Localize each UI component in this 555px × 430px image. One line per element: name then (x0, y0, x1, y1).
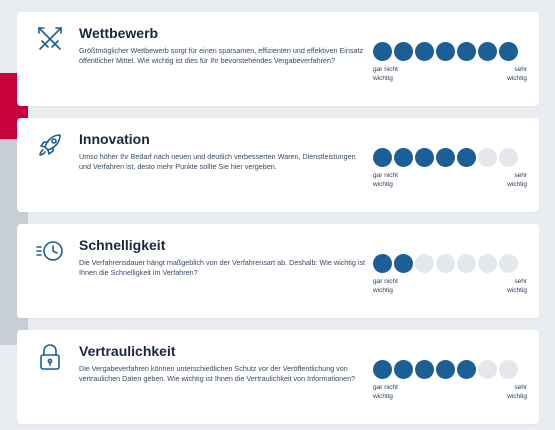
rating-scale: gar nicht wichtig sehr wichtig (373, 360, 527, 401)
rating-dot-7[interactable] (499, 254, 518, 273)
rating-scale: gar nicht wichtig sehr wichtig (373, 42, 527, 83)
rating-dot-3[interactable] (415, 42, 434, 61)
rating-dot-6[interactable] (478, 254, 497, 273)
rating-dot-5[interactable] (457, 254, 476, 273)
rating-dots (373, 42, 527, 61)
rating-dot-7[interactable] (499, 360, 518, 379)
rating-dot-6[interactable] (478, 360, 497, 379)
rating-dot-1[interactable] (373, 360, 392, 379)
criterion-card-schnelligkeit: Schnelligkeit Die Verfahrensdauer hängt … (17, 224, 539, 318)
rating-dots (373, 254, 527, 273)
scale-label-low: gar nicht wichtig (373, 384, 398, 400)
rating-dots (373, 360, 527, 379)
criterion-title: Vertraulichkeit (79, 343, 176, 359)
criterion-card-vertraulichkeit: Vertraulichkeit Die Vergabeverfahren kön… (17, 330, 539, 424)
rating-dot-4[interactable] (436, 42, 455, 61)
criterion-card-innovation: Innovation Umso höher Ihr Bedarf nach ne… (17, 118, 539, 212)
rating-dot-3[interactable] (415, 148, 434, 167)
criterion-description: Größtmöglicher Wettbewerb sorgt für eine… (79, 46, 364, 66)
scale-label-low: gar nicht wichtig (373, 66, 398, 82)
rating-dot-6[interactable] (478, 148, 497, 167)
rating-dot-4[interactable] (436, 148, 455, 167)
criterion-description: Umso höher Ihr Bedarf nach neuen und deu… (79, 152, 356, 172)
rating-dot-3[interactable] (415, 254, 434, 273)
criterion-card-wettbewerb: Wettbewerb Größtmöglicher Wettbewerb sor… (17, 12, 539, 106)
criterion-title: Schnelligkeit (79, 237, 166, 253)
rating-dot-6[interactable] (478, 42, 497, 61)
rating-dot-5[interactable] (457, 42, 476, 61)
criterion-title: Wettbewerb (79, 25, 159, 41)
rating-dot-2[interactable] (394, 360, 413, 379)
rating-dot-5[interactable] (457, 360, 476, 379)
scale-labels: gar nicht wichtig sehr wichtig (373, 172, 527, 189)
scale-label-high: sehr wichtig (507, 278, 527, 294)
rating-dots (373, 148, 527, 167)
criteria-list: Wettbewerb Größtmöglicher Wettbewerb sor… (17, 12, 539, 424)
criterion-title: Innovation (79, 131, 150, 147)
rating-dot-5[interactable] (457, 148, 476, 167)
rating-dot-2[interactable] (394, 148, 413, 167)
rating-dot-2[interactable] (394, 42, 413, 61)
rating-scale: gar nicht wichtig sehr wichtig (373, 254, 527, 295)
crossed-swords-icon (35, 24, 65, 54)
scale-labels: gar nicht wichtig sehr wichtig (373, 384, 527, 401)
rating-dot-7[interactable] (499, 148, 518, 167)
rating-dot-4[interactable] (436, 254, 455, 273)
rating-dot-7[interactable] (499, 42, 518, 61)
scale-labels: gar nicht wichtig sehr wichtig (373, 66, 527, 83)
scale-label-high: sehr wichtig (507, 66, 527, 82)
scale-label-low: gar nicht wichtig (373, 278, 398, 294)
criterion-description: Die Verfahrensdauer hängt maßgeblich von… (79, 258, 366, 278)
rating-dot-1[interactable] (373, 42, 392, 61)
fast-clock-icon (35, 236, 65, 266)
criterion-description: Die Vergabeverfahren können unterschiedl… (79, 364, 356, 384)
scale-label-high: sehr wichtig (507, 172, 527, 188)
rating-dot-3[interactable] (415, 360, 434, 379)
rating-scale: gar nicht wichtig sehr wichtig (373, 148, 527, 189)
rating-dot-1[interactable] (373, 254, 392, 273)
rating-dot-4[interactable] (436, 360, 455, 379)
rating-dot-1[interactable] (373, 148, 392, 167)
rocket-icon (35, 130, 65, 160)
padlock-icon (35, 342, 65, 372)
rating-dot-2[interactable] (394, 254, 413, 273)
scale-label-high: sehr wichtig (507, 384, 527, 400)
scale-label-low: gar nicht wichtig (373, 172, 398, 188)
scale-labels: gar nicht wichtig sehr wichtig (373, 278, 527, 295)
